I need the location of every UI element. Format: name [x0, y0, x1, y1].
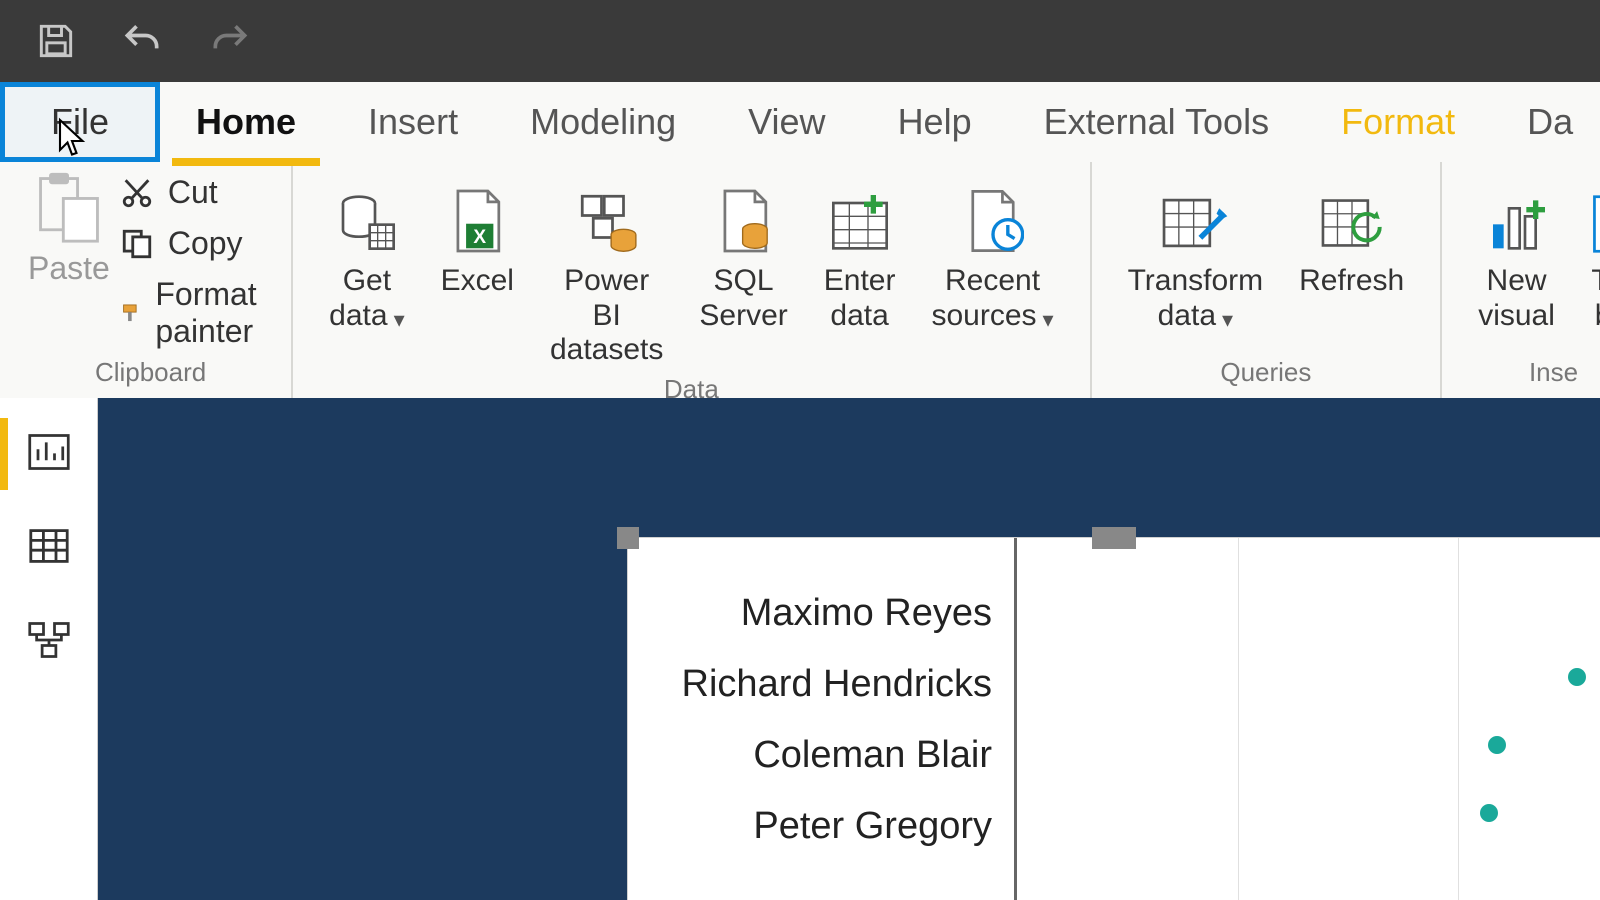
paste-icon	[34, 170, 104, 244]
excel-button[interactable]: X Excel	[423, 170, 532, 299]
resize-handle-tl[interactable]	[617, 527, 639, 549]
format-painter-label: Format painter	[155, 276, 273, 350]
transform-data-icon	[1160, 174, 1230, 254]
active-view-marker	[0, 418, 8, 490]
cut-icon	[120, 176, 154, 210]
paste-label: Paste	[28, 250, 110, 287]
new-visual-icon	[1485, 174, 1549, 254]
group-queries: Transform data▾ Refresh Queries	[1092, 162, 1443, 398]
new-visual-button[interactable]: New visual	[1460, 170, 1573, 333]
axis-label: Coleman Blair	[628, 734, 992, 777]
ribbon-body: Paste Cut Copy	[0, 162, 1600, 398]
tab-help[interactable]: Help	[862, 82, 1008, 162]
chart-visual[interactable]: Maximo Reyes Richard Hendricks Coleman B…	[628, 538, 1600, 900]
group-data: Get data▾ X Excel Power BI datasets SQL …	[293, 162, 1091, 398]
cut-button[interactable]: Cut	[120, 174, 273, 211]
data-point[interactable]	[1568, 668, 1586, 686]
axis-label: Peter Gregory	[628, 805, 992, 848]
cut-label: Cut	[168, 174, 218, 211]
work-area: Maximo Reyes Richard Hendricks Coleman B…	[0, 398, 1600, 900]
text-box-icon: A	[1591, 174, 1600, 254]
recent-sources-icon	[962, 174, 1024, 254]
data-view-icon[interactable]	[28, 527, 70, 570]
axis-label: Richard Hendricks	[628, 663, 992, 706]
resize-handle-tm[interactable]	[1092, 527, 1136, 549]
tab-view[interactable]: View	[712, 82, 861, 162]
paste-button[interactable]: Paste	[28, 170, 120, 287]
transform-data-button[interactable]: Transform data▾	[1110, 170, 1282, 333]
data-point[interactable]	[1480, 804, 1498, 822]
sql-server-icon	[714, 174, 774, 254]
refresh-icon	[1319, 174, 1385, 254]
format-painter-button[interactable]: Format painter	[120, 276, 273, 350]
svg-text:X: X	[474, 227, 487, 248]
gridline	[1238, 538, 1239, 900]
format-painter-icon	[120, 296, 142, 330]
get-data-icon	[335, 174, 399, 254]
ribbon-tab-row: File Home Insert Modeling View Help Exte…	[0, 82, 1600, 162]
model-view-icon[interactable]	[27, 620, 71, 665]
gridline	[1458, 538, 1459, 900]
tab-external-tools[interactable]: External Tools	[1008, 82, 1305, 162]
tab-insert[interactable]: Insert	[332, 82, 494, 162]
data-point[interactable]	[1488, 736, 1506, 754]
save-icon[interactable]	[34, 19, 78, 63]
tab-home[interactable]: Home	[160, 82, 332, 162]
pbi-datasets-button[interactable]: Power BI datasets	[532, 170, 681, 368]
tab-file[interactable]: File	[0, 82, 160, 162]
get-data-button[interactable]: Get data▾	[311, 170, 422, 333]
tab-format[interactable]: Format	[1305, 82, 1491, 162]
recent-sources-button[interactable]: Recent sources▾	[913, 170, 1071, 333]
tab-modeling[interactable]: Modeling	[494, 82, 712, 162]
enter-data-icon	[828, 174, 892, 254]
report-canvas[interactable]: Maximo Reyes Richard Hendricks Coleman B…	[98, 398, 1600, 900]
copy-label: Copy	[168, 225, 243, 262]
pbi-datasets-icon	[574, 174, 640, 254]
tab-file-label: File	[51, 101, 109, 143]
copy-button[interactable]: Copy	[120, 225, 273, 262]
refresh-button[interactable]: Refresh	[1281, 170, 1422, 299]
enter-data-button[interactable]: Enter data	[806, 170, 914, 333]
undo-icon[interactable]	[118, 19, 166, 63]
y-axis-line	[1014, 538, 1017, 900]
copy-icon	[120, 227, 154, 261]
quick-access-toolbar	[0, 0, 1600, 82]
excel-icon: X	[447, 174, 507, 254]
group-clipboard: Paste Cut Copy	[0, 162, 293, 398]
view-rail	[0, 398, 98, 900]
tab-data-partial[interactable]: Da	[1491, 82, 1573, 162]
group-clipboard-label: Clipboard	[95, 351, 206, 398]
sql-server-button[interactable]: SQL Server	[681, 170, 805, 333]
text-box-button[interactable]: A Text box	[1573, 170, 1600, 333]
axis-label: Maximo Reyes	[628, 592, 992, 635]
group-queries-label: Queries	[1220, 351, 1311, 398]
redo-icon[interactable]	[206, 19, 254, 63]
category-axis: Maximo Reyes Richard Hendricks Coleman B…	[628, 592, 1008, 848]
report-view-icon[interactable]	[27, 432, 71, 477]
group-insert: New visual A Text box Inse	[1442, 162, 1600, 398]
group-insert-label: Inse	[1529, 351, 1578, 398]
